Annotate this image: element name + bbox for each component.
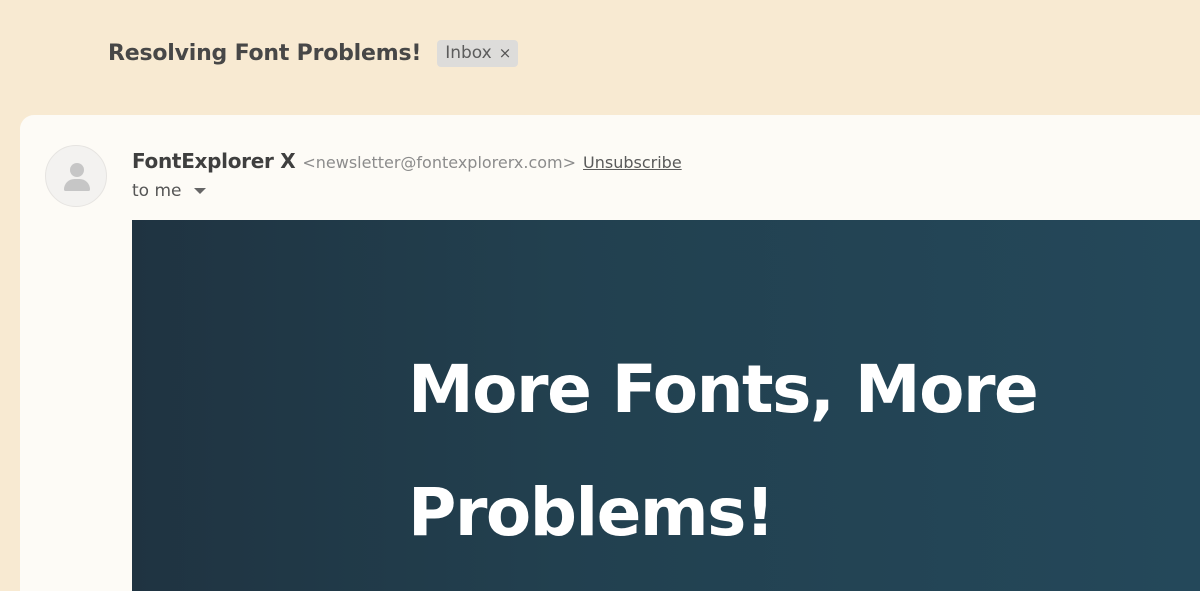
inbox-label-chip[interactable]: Inbox × [437, 39, 519, 67]
thread-header: Resolving Font Problems! Inbox × [108, 38, 519, 68]
unsubscribe-link[interactable]: Unsubscribe [583, 153, 682, 172]
chevron-down-icon[interactable] [193, 188, 206, 194]
banner-headline: More Fonts, More Problems! [408, 328, 1128, 574]
newsletter-banner: More Fonts, More Problems! [132, 220, 1200, 591]
email-view: Resolving Font Problems! Inbox × FontExp… [0, 0, 1200, 591]
sender-avatar[interactable] [45, 145, 107, 207]
recipient-label: to me [132, 181, 182, 201]
banner-headline-line-2: Problems! [408, 474, 775, 551]
sender-line: FontExplorer X <newsletter@fontexplorerx… [132, 149, 682, 173]
recipient-details-toggle[interactable]: to me [132, 181, 206, 201]
thread-subject: Resolving Font Problems! [108, 40, 422, 66]
sender-email: <newsletter@fontexplorerx.com> [302, 153, 577, 172]
remove-label-icon[interactable]: × [499, 44, 512, 62]
banner-headline-line-1: More Fonts, More [408, 351, 1039, 428]
label-chip-text: Inbox [445, 43, 492, 63]
sender-name[interactable]: FontExplorer X [132, 149, 296, 173]
